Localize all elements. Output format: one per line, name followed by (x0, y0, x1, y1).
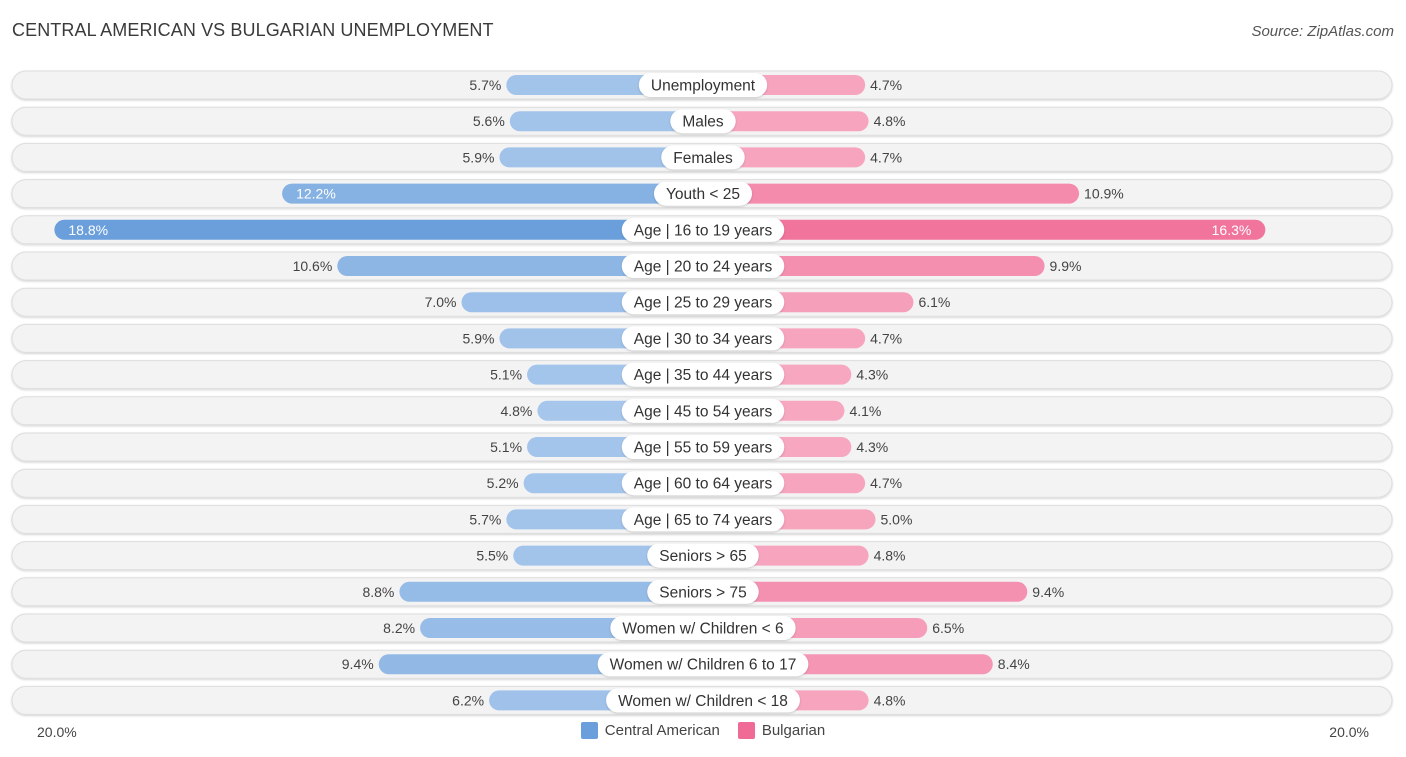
chart-row: 5.7% 4.7% Unemployment (11, 70, 1393, 100)
legend-swatch-central-american (580, 722, 598, 739)
value-label-central-american: 5.5% (476, 548, 508, 564)
category-label: Women w/ Children < 18 (618, 693, 788, 710)
value-label-central-american: 6.2% (452, 692, 484, 708)
value-label-bulgarian: 4.8% (874, 548, 906, 564)
value-label-central-american: 9.4% (342, 656, 374, 672)
chart-row: 7.0% 6.1% Age | 25 to 29 years (11, 287, 1393, 317)
value-label-bulgarian: 4.3% (856, 367, 888, 383)
chart-row: 5.1% 4.3% Age | 35 to 44 years (11, 360, 1393, 390)
category-label: Seniors > 65 (659, 548, 746, 565)
value-label-bulgarian: 9.4% (1032, 584, 1064, 600)
value-label-central-american: 5.7% (469, 511, 501, 527)
value-label-bulgarian: 10.9% (1084, 186, 1124, 202)
legend-label-bulgarian: Bulgarian (761, 722, 826, 739)
chart-row: 4.8% 4.1% Age | 45 to 54 years (11, 396, 1393, 426)
category-label: Youth < 25 (666, 186, 740, 203)
bar-central-american (282, 183, 713, 204)
value-label-bulgarian: 6.1% (918, 294, 950, 310)
legend-item-bulgarian: Bulgarian (737, 722, 826, 739)
chart-row: 9.4% 8.4% Women w/ Children 6 to 17 (11, 649, 1393, 679)
value-label-bulgarian: 4.8% (874, 113, 906, 129)
chart-row: 5.5% 4.8% Seniors > 65 (11, 541, 1393, 571)
category-label: Age | 65 to 74 years (634, 512, 773, 529)
chart-row: 10.6% 9.9% Age | 20 to 24 years (11, 251, 1393, 281)
value-label-central-american: 5.1% (490, 367, 522, 383)
category-label: Women w/ Children 6 to 17 (610, 657, 797, 674)
value-label-central-american: 5.1% (490, 439, 522, 455)
value-label-bulgarian: 4.7% (870, 77, 902, 93)
chart-row: 18.8% 16.3% Age | 16 to 19 years (11, 215, 1393, 245)
chart-row: 5.9% 4.7% Age | 30 to 34 years (11, 323, 1393, 353)
value-label-central-american: 4.8% (500, 403, 532, 419)
chart-row: 8.2% 6.5% Women w/ Children < 6 (11, 613, 1393, 643)
category-label: Females (673, 150, 733, 167)
value-label-bulgarian: 8.4% (998, 656, 1030, 672)
value-label-central-american: 5.9% (463, 330, 495, 346)
value-label-bulgarian: 16.3% (1212, 222, 1252, 238)
chart-row: 5.1% 4.3% Age | 55 to 59 years (11, 432, 1393, 462)
category-label: Unemployment (651, 78, 756, 95)
chart-row: 5.9% 4.7% Females (11, 142, 1393, 172)
value-label-central-american: 7.0% (425, 294, 457, 310)
category-label: Age | 30 to 34 years (634, 331, 773, 348)
legend-item-central-american: Central American (580, 722, 720, 739)
value-label-bulgarian: 6.5% (932, 620, 964, 636)
value-label-central-american: 5.6% (473, 113, 505, 129)
category-label: Males (682, 114, 724, 131)
category-label: Age | 45 to 54 years (634, 403, 773, 420)
chart-row: 6.2% 4.8% Women w/ Children < 18 (11, 685, 1393, 715)
value-label-central-american: 8.2% (383, 620, 415, 636)
chart-rows: 5.7% 4.7% Unemployment 5.6% 4.8% Males 5.9% 4.7… (11, 70, 1393, 715)
legend-label-central-american: Central American (604, 722, 720, 739)
legend: Central American Bulgarian (0, 722, 1406, 739)
category-label: Age | 60 to 64 years (634, 476, 773, 493)
value-label-bulgarian: 4.8% (874, 692, 906, 708)
value-label-bulgarian: 5.0% (881, 511, 913, 527)
value-label-central-american: 5.2% (487, 475, 519, 491)
category-label: Age | 55 to 59 years (634, 440, 773, 457)
legend-swatch-bulgarian (737, 722, 755, 739)
value-label-central-american: 8.8% (362, 584, 394, 600)
chart-row: 8.8% 9.4% Seniors > 75 (11, 577, 1393, 607)
value-label-bulgarian: 9.9% (1050, 258, 1082, 274)
category-label: Seniors > 75 (659, 584, 746, 601)
value-label-central-american: 12.2% (296, 186, 336, 202)
category-label: Age | 16 to 19 years (634, 222, 773, 239)
value-label-central-american: 5.9% (463, 149, 495, 165)
value-label-bulgarian: 4.1% (849, 403, 881, 419)
chart-row: 5.6% 4.8% Males (11, 106, 1393, 136)
value-label-central-american: 5.7% (469, 77, 501, 93)
category-label: Age | 35 to 44 years (634, 367, 773, 384)
category-label: Age | 20 to 24 years (634, 259, 773, 276)
value-label-central-american: 18.8% (68, 222, 108, 238)
chart-row: 5.2% 4.7% Age | 60 to 64 years (11, 468, 1393, 498)
chart-row: 12.2% 10.9% Youth < 25 (11, 179, 1393, 209)
chart-area: 5.7% 4.7% Unemployment 5.6% 4.8% Males 5.9% 4.7… (11, 70, 1393, 715)
value-label-central-american: 10.6% (293, 258, 333, 274)
category-label: Women w/ Children < 6 (622, 621, 783, 638)
category-label: Age | 25 to 29 years (634, 295, 773, 312)
value-label-bulgarian: 4.7% (870, 475, 902, 491)
chart-row: 5.7% 5.0% Age | 65 to 74 years (11, 504, 1393, 534)
bar-central-american (54, 219, 713, 240)
value-label-bulgarian: 4.3% (856, 439, 888, 455)
value-label-bulgarian: 4.7% (870, 149, 902, 165)
value-label-bulgarian: 4.7% (870, 330, 902, 346)
